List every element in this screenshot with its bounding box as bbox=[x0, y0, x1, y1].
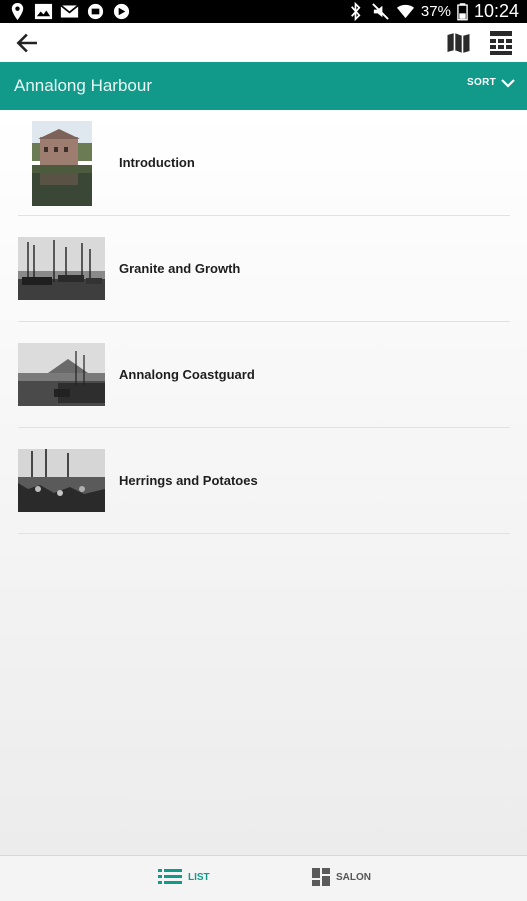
thumbnail-image bbox=[18, 237, 105, 300]
list-item-herrings-and-potatoes[interactable]: Herrings and Potatoes bbox=[18, 428, 510, 534]
map-icon[interactable] bbox=[446, 32, 471, 54]
list-item-label: Granite and Growth bbox=[119, 261, 241, 276]
app-icon bbox=[87, 3, 104, 20]
photo-icon bbox=[34, 3, 53, 20]
list-item-label: Annalong Coastguard bbox=[119, 367, 255, 382]
mail-icon bbox=[60, 4, 79, 18]
title-bar: Annalong Harbour SORT bbox=[0, 62, 527, 110]
tab-label: LIST bbox=[188, 871, 210, 883]
battery-icon bbox=[457, 3, 468, 21]
thumbnail-image bbox=[32, 121, 92, 206]
bluetooth-icon bbox=[350, 2, 361, 21]
battery-percent: 37% bbox=[420, 3, 451, 20]
mute-icon bbox=[372, 3, 389, 20]
app-icon bbox=[113, 3, 130, 20]
bottom-tab-bar: LIST SALON bbox=[0, 855, 527, 901]
system-icons: 37% 10:24 bbox=[346, 1, 519, 22]
list-item-annalong-coastguard[interactable]: Annalong Coastguard bbox=[18, 322, 510, 428]
chevron-down-icon bbox=[501, 78, 515, 88]
list-icon bbox=[158, 869, 182, 884]
toolbar bbox=[0, 23, 527, 62]
list-item-granite-and-growth[interactable]: Granite and Growth bbox=[18, 216, 510, 322]
notification-icons bbox=[8, 2, 131, 21]
tab-salon[interactable]: SALON bbox=[312, 868, 371, 886]
tab-list[interactable]: LIST bbox=[158, 868, 210, 886]
sort-label: SORT bbox=[467, 77, 496, 88]
view-grid-icon[interactable] bbox=[489, 30, 513, 56]
wifi-icon bbox=[396, 4, 414, 19]
arrow-left-icon[interactable] bbox=[14, 30, 40, 56]
location-icon bbox=[11, 2, 24, 21]
list-item-label: Herrings and Potatoes bbox=[119, 473, 258, 488]
thumbnail-image bbox=[18, 449, 105, 512]
tour-list: Introduction Granite and Growth Annalong… bbox=[0, 110, 527, 855]
list-item-introduction[interactable]: Introduction bbox=[18, 110, 510, 216]
thumbnail-image bbox=[18, 343, 105, 406]
salon-grid-icon bbox=[312, 868, 330, 886]
sort-button[interactable]: SORT bbox=[467, 77, 515, 88]
page-title: Annalong Harbour bbox=[14, 76, 152, 95]
tab-label: SALON bbox=[336, 871, 371, 883]
list-item-label: Introduction bbox=[119, 155, 195, 170]
status-bar: 37% 10:24 bbox=[0, 0, 527, 23]
clock: 10:24 bbox=[473, 1, 519, 21]
